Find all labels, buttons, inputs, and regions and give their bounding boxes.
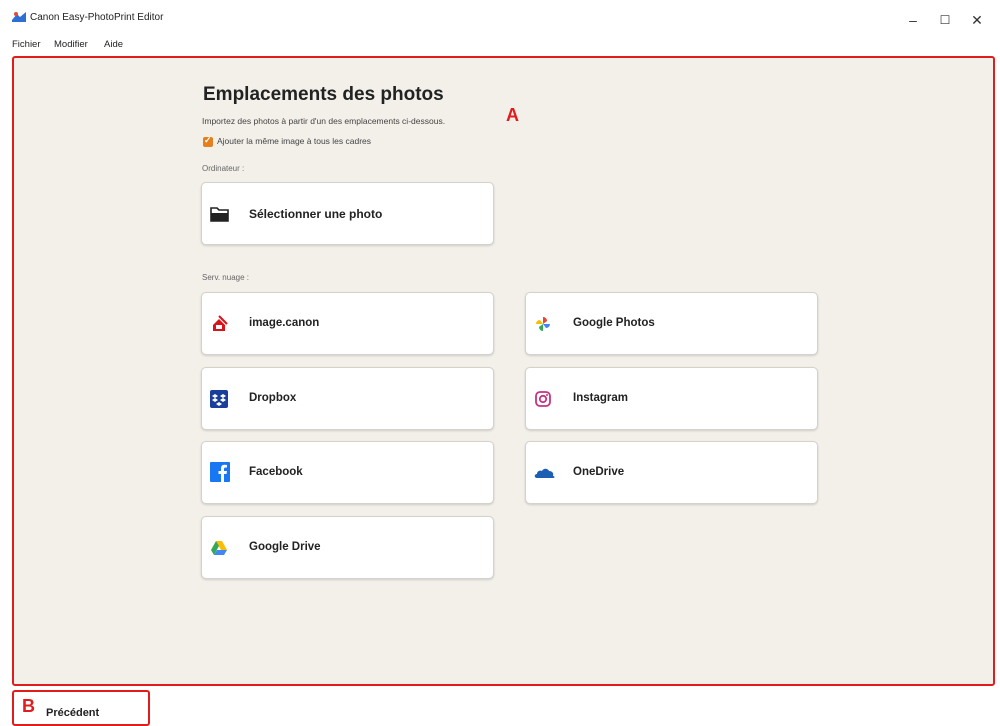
- image-canon-label: image.canon: [249, 317, 320, 329]
- title-bar: Canon Easy-PhotoPrint Editor – ☐ ✕: [0, 0, 1000, 36]
- close-button[interactable]: ✕: [962, 8, 992, 32]
- same-image-checkbox[interactable]: ✓: [203, 135, 213, 147]
- window-title: Canon Easy-PhotoPrint Editor: [30, 12, 164, 23]
- image-canon-icon: [213, 315, 228, 331]
- page-title: Emplacements des photos: [203, 84, 444, 105]
- back-button-label: Précédent: [46, 707, 100, 719]
- facebook-icon: [210, 462, 230, 482]
- google-drive-label: Google Drive: [249, 541, 321, 553]
- menu-item-aide[interactable]: Aide: [104, 39, 123, 50]
- facebook-label: Facebook: [249, 466, 303, 478]
- onedrive-button[interactable]: OneDrive: [525, 441, 818, 504]
- checkmark-icon: ✓: [204, 135, 212, 145]
- google-drive-button[interactable]: Google Drive: [201, 516, 494, 579]
- menu-item-modifier[interactable]: Modifier: [54, 39, 88, 50]
- dropbox-button[interactable]: Dropbox: [201, 367, 494, 430]
- google-drive-icon: [211, 541, 227, 555]
- menu-bar: Fichier Modifier Aide: [0, 39, 400, 53]
- same-image-checkbox-label[interactable]: Ajouter la même image à tous les cadres: [217, 136, 371, 146]
- image-canon-button[interactable]: image.canon: [201, 292, 494, 355]
- app-icon: [12, 12, 26, 22]
- bottom-bar: [0, 688, 1000, 726]
- google-photos-icon: [536, 317, 550, 331]
- computer-section-label: Ordinateur :: [202, 164, 245, 173]
- dropbox-label: Dropbox: [249, 392, 297, 404]
- menu-item-fichier[interactable]: Fichier: [12, 39, 41, 50]
- instagram-label: Instagram: [573, 392, 628, 404]
- minimize-button[interactable]: –: [898, 8, 928, 32]
- folder-icon: [210, 207, 229, 222]
- select-photo-button[interactable]: Sélectionner une photo: [201, 182, 494, 245]
- instagram-icon: [535, 391, 551, 407]
- cloud-section-label: Serv. nuage :: [202, 273, 249, 282]
- select-photo-label: Sélectionner une photo: [249, 207, 383, 221]
- callout-marker-a: A: [506, 105, 519, 125]
- dropbox-icon: [210, 390, 228, 408]
- page-subtitle: Importez des photos à partir d'un des em…: [202, 116, 446, 126]
- photo-locations-panel: [12, 56, 995, 686]
- maximize-button[interactable]: ☐: [930, 8, 960, 32]
- facebook-button[interactable]: Facebook: [201, 441, 494, 504]
- callout-marker-b: B: [22, 696, 35, 716]
- instagram-button[interactable]: Instagram: [525, 367, 818, 430]
- onedrive-icon: [534, 468, 555, 478]
- onedrive-label: OneDrive: [573, 466, 625, 478]
- google-photos-button[interactable]: Google Photos: [525, 292, 818, 355]
- google-photos-label: Google Photos: [573, 317, 655, 329]
